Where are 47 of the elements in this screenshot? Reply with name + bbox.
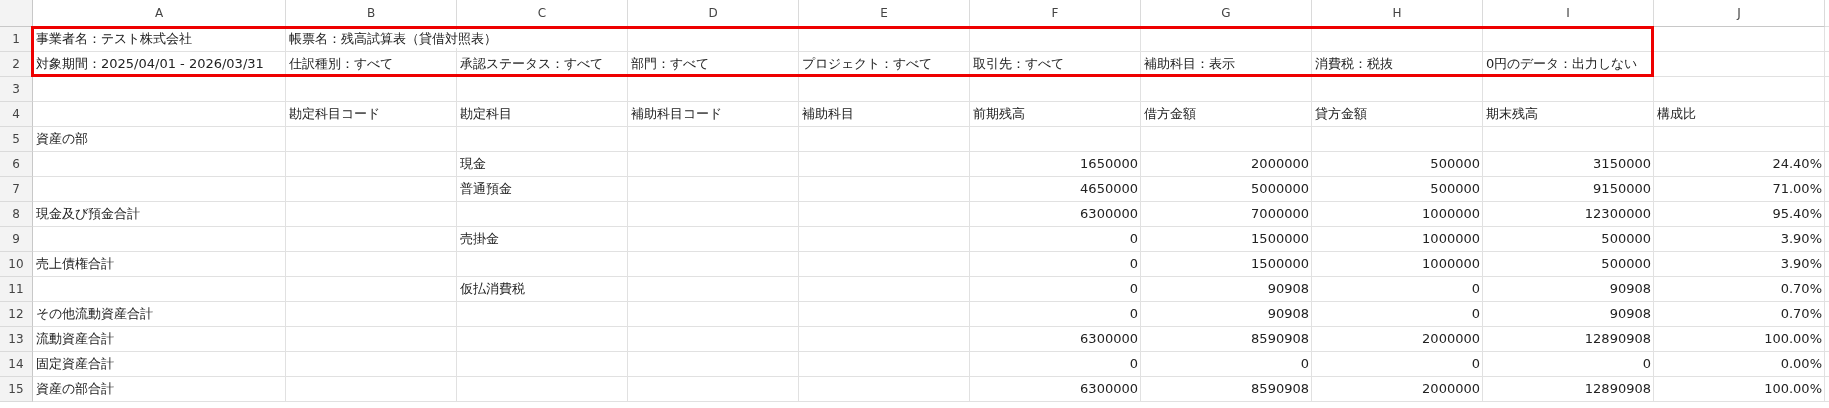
table-cell: 前期残高	[973, 105, 1025, 123]
table-cell: 補助科目：表示	[1144, 55, 1235, 73]
table-cell: 補助科目	[802, 105, 854, 123]
table-cell: 部門：すべて	[631, 55, 709, 73]
row-header[interactable]: 10	[0, 252, 33, 277]
table-cell: プロジェクト：すべて	[802, 55, 932, 73]
table-cell: 承認ステータス：すべて	[460, 55, 603, 73]
row-header[interactable]: 3	[0, 77, 33, 102]
row-header[interactable]: 14	[0, 352, 33, 377]
table-cell: 現金	[460, 155, 486, 173]
row-header[interactable]: 7	[0, 177, 33, 202]
row-header[interactable]: 9	[0, 227, 33, 252]
row-header[interactable]: 8	[0, 202, 33, 227]
row-header[interactable]: 2	[0, 52, 33, 77]
table-cell: 資産の部合計	[36, 380, 114, 398]
row-header[interactable]: 13	[0, 327, 33, 352]
table-cell: 普通預金	[460, 180, 512, 198]
row-header[interactable]: 12	[0, 302, 33, 327]
table-cell: 貸方金額	[1315, 105, 1367, 123]
table-cell: 取引先：すべて	[973, 55, 1064, 73]
row-header[interactable]: 11	[0, 277, 33, 302]
table-cell: 補助科目コード	[631, 105, 722, 123]
table-cell: 対象期間：2025/04/01 - 2026/03/31	[36, 55, 264, 73]
table-cell: 0円のデータ：出力しない	[1486, 55, 1638, 73]
table-cell: 構成比	[1657, 105, 1696, 123]
table-cell: 売掛金	[460, 230, 499, 248]
table-cell: 固定資産合計	[36, 355, 114, 373]
table-cell: その他流動資産合計	[36, 305, 153, 323]
row-header[interactable]: 4	[0, 102, 33, 127]
table-cell: 売上債権合計	[36, 255, 114, 273]
table-cell: 勘定科目コード	[289, 105, 380, 123]
table-cell: 事業者名：テスト株式会社	[36, 30, 192, 48]
table-cell: 資産の部	[36, 130, 88, 148]
table-cell: 勘定科目	[460, 105, 512, 123]
row-header[interactable]: 15	[0, 377, 33, 402]
table-cell: 現金及び預金合計	[36, 205, 140, 223]
select-all-button[interactable]	[0, 0, 33, 27]
table-cell: 消費税：税抜	[1315, 55, 1393, 73]
table-cell: 借方金額	[1144, 105, 1196, 123]
table-cell: 仮払消費税	[460, 280, 525, 298]
row-header[interactable]: 1	[0, 27, 33, 52]
table-cell: 流動資産合計	[36, 330, 114, 348]
table-cell: 期末残高	[1486, 105, 1538, 123]
row-header[interactable]: 6	[0, 152, 33, 177]
column-header[interactable]: J	[1654, 0, 1825, 27]
row-header[interactable]: 5	[0, 127, 33, 152]
table-cell: 仕訳種別：すべて	[289, 55, 393, 73]
